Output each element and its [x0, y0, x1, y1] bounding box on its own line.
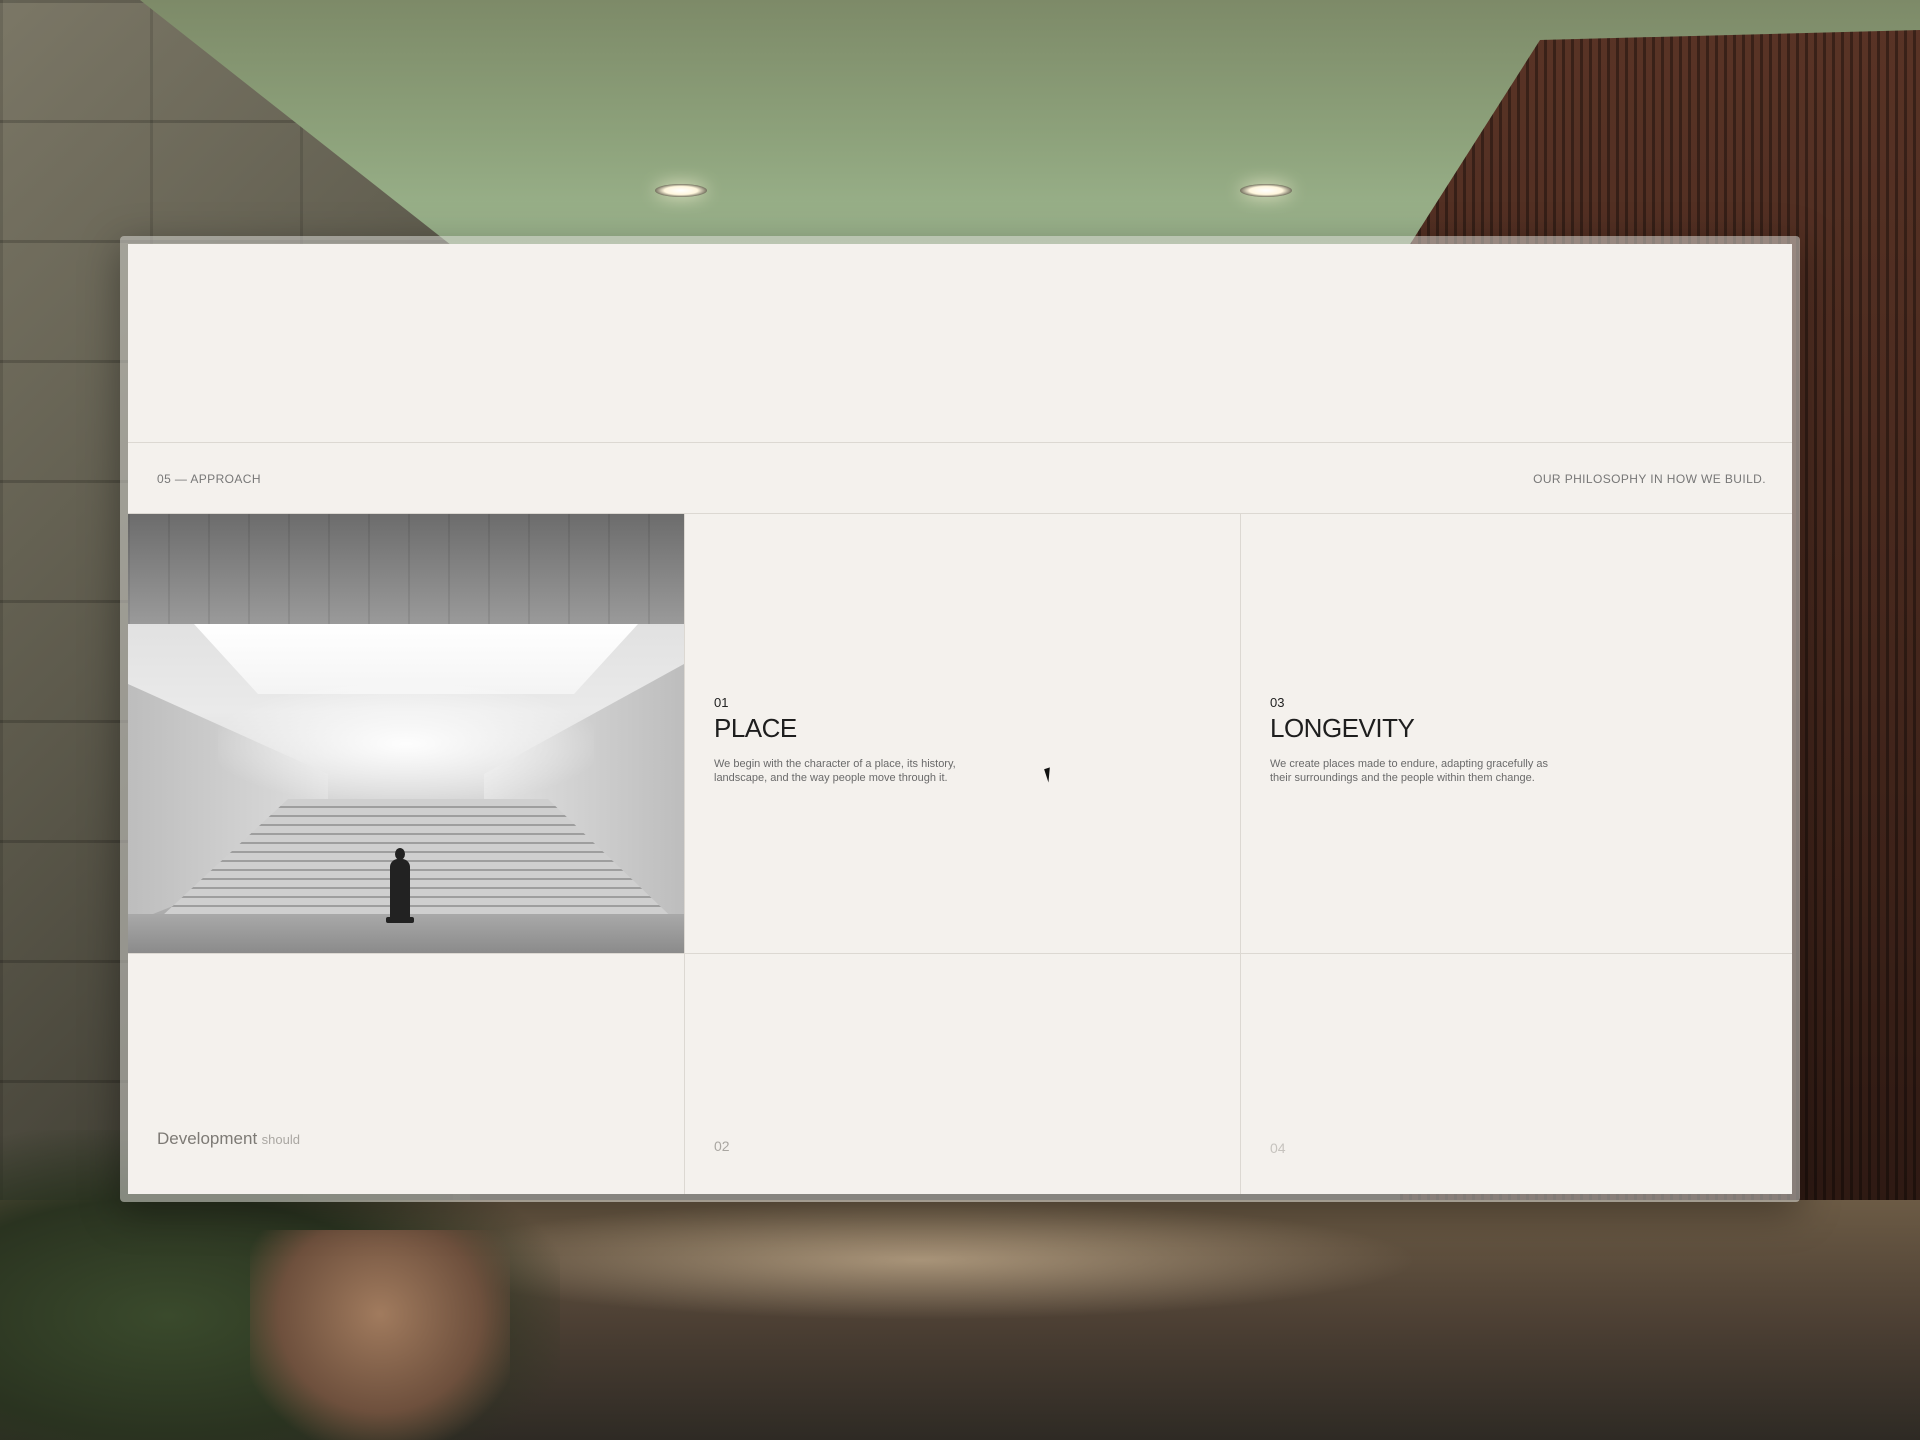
- section-label: 05 — APPROACH: [157, 472, 261, 486]
- top-empty-area: [128, 244, 1792, 443]
- approach-grid: 01 PLACE We begin with the character of …: [128, 514, 1792, 1194]
- approach-item-place: 01 PLACE We begin with the character of …: [684, 514, 1240, 954]
- architecture-photo: [128, 514, 684, 953]
- approach-item-04: 04: [1240, 954, 1792, 1194]
- statement-cell: Development should: [128, 954, 684, 1194]
- floor-light: [420, 1200, 1420, 1320]
- item-description: We begin with the character of a place, …: [714, 758, 956, 784]
- ceiling-lamp-right: [1240, 184, 1292, 197]
- statement-strong: Development: [157, 1129, 258, 1148]
- item-number: 03: [1270, 695, 1285, 710]
- web-page: 05 — APPROACH OUR PHILOSOPHY IN HOW WE B…: [128, 244, 1792, 1194]
- item-description: We create places made to endure, adaptin…: [1270, 758, 1549, 784]
- rocks: [250, 1230, 510, 1440]
- item-number-faded: 02: [714, 1138, 730, 1154]
- item-title: PLACE: [714, 713, 797, 743]
- section-tagline: OUR PHILOSOPHY IN HOW WE BUILD.: [1533, 472, 1766, 486]
- item-number: 01: [714, 695, 729, 710]
- approach-item-02: 02: [684, 954, 1240, 1194]
- section-header: 05 — APPROACH OUR PHILOSOPHY IN HOW WE B…: [128, 443, 1792, 514]
- item-number-faded: 04: [1270, 1140, 1286, 1156]
- item-title: LONGEVITY: [1270, 713, 1415, 743]
- statement-weak: should: [261, 1132, 300, 1147]
- image-cell: [128, 514, 684, 954]
- photo-haze: [218, 684, 594, 804]
- statement-text: Development should: [157, 1129, 300, 1149]
- approach-item-longevity: 03 LONGEVITY We create places made to en…: [1240, 514, 1792, 954]
- ceiling-lamp-left: [655, 184, 707, 197]
- browser-window: 05 — APPROACH OUR PHILOSOPHY IN HOW WE B…: [120, 236, 1800, 1202]
- photo-roof: [128, 514, 684, 624]
- walking-person-figure: [386, 848, 414, 923]
